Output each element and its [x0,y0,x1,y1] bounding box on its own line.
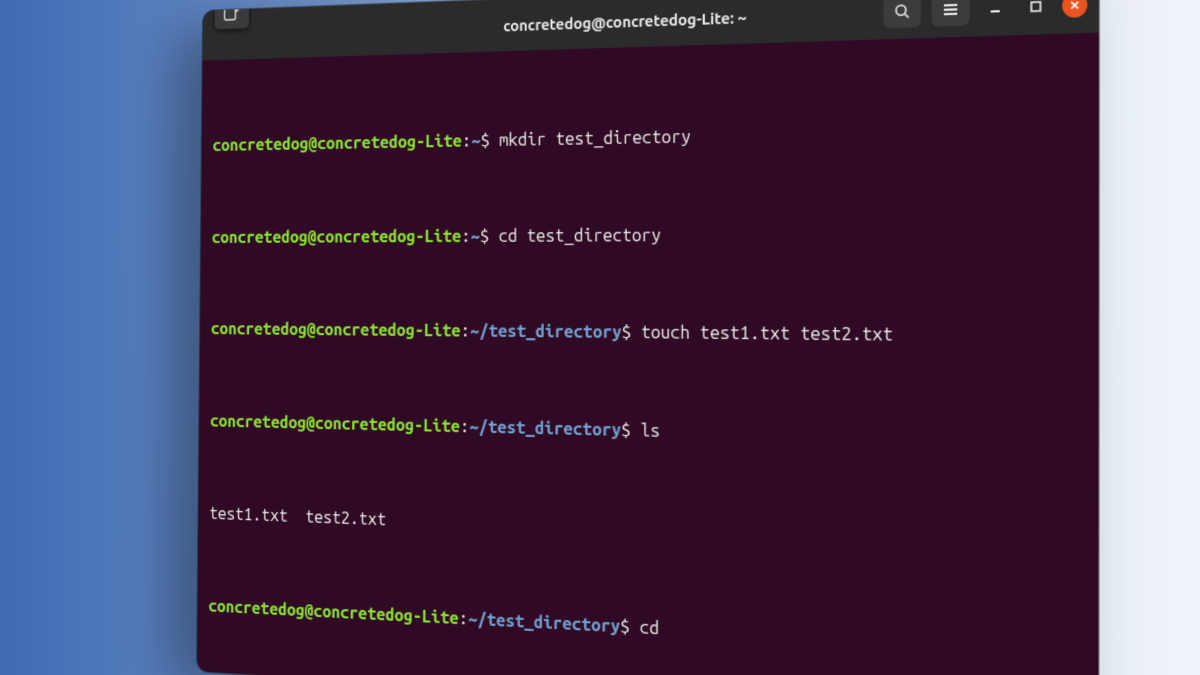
prompt-host: concretedog-Lite [317,131,462,153]
command-text: touch test1.txt test2.txt [631,322,893,345]
hamburger-icon [942,2,960,18]
prompt-sigil: $ [621,420,631,440]
minimize-icon [989,1,1002,15]
new-tab-icon [224,5,240,22]
terminal-window: concretedog@concretedog-Lite: ~ [197,0,1099,675]
search-icon [893,2,911,20]
prompt-sep: : [460,417,469,437]
prompt-path: ~/test_directory [470,321,622,342]
minimize-button[interactable] [981,0,1010,23]
prompt-sigil: $ [622,322,632,342]
new-tab-button[interactable] [214,0,251,30]
prompt-user: concretedog [212,227,308,247]
prompt-sep: : [459,608,468,628]
prompt-sigil: $ [480,226,489,246]
prompt-path: ~/test_directory [469,417,621,440]
window-controls [883,0,1087,39]
prompt-host: concretedog-Lite [315,414,460,437]
prompt-sigil: $ [480,130,489,150]
prompt-user: concretedog [211,319,307,339]
close-icon [1069,0,1080,11]
terminal-line: concretedog@concretedog-Lite:~/test_dire… [211,318,1085,350]
prompt-sep: : [461,226,470,246]
search-button[interactable] [883,0,920,28]
prompt-path: ~ [471,226,480,246]
close-button[interactable] [1062,0,1087,18]
prompt-user: concretedog [208,596,304,620]
prompt-sep: : [462,131,471,151]
prompt-path: ~/test_directory [468,608,620,636]
terminal-line: concretedog@concretedog-Lite:~$ cd test_… [212,221,1085,250]
maximize-icon [1029,0,1043,14]
menu-button[interactable] [932,0,970,27]
prompt-path: ~ [471,131,480,151]
window-title: concretedog@concretedog-Lite: ~ [503,8,746,34]
prompt-host: concretedog-Lite [316,320,461,341]
command-text: ls [631,420,660,441]
prompt-sigil: $ [620,616,630,637]
prompt-host: concretedog-Lite [316,226,461,246]
terminal-line: concretedog@concretedog-Lite:~/test_dire… [210,410,1085,454]
prompt-host: concretedog-Lite [313,601,458,628]
command-text: mkdir test_directory [490,126,691,150]
prompt-user: concretedog [210,411,306,432]
prompt-user: concretedog [212,134,308,155]
command-text: cd [630,616,659,638]
command-text: cd test_directory [489,225,661,246]
maximize-button[interactable] [1021,0,1051,22]
terminal-line: concretedog@concretedog-Lite:~/test_dire… [208,595,1084,664]
prompt-sep: : [461,321,470,341]
desktop-background: concretedog@concretedog-Lite: ~ [0,0,1200,675]
terminal-body[interactable]: concretedog@concretedog-Lite:~$ mkdir te… [197,33,1099,675]
terminal-output: test1.txt test2.txt [209,503,1084,559]
terminal-line: concretedog@concretedog-Lite:~$ mkdir te… [212,117,1084,157]
